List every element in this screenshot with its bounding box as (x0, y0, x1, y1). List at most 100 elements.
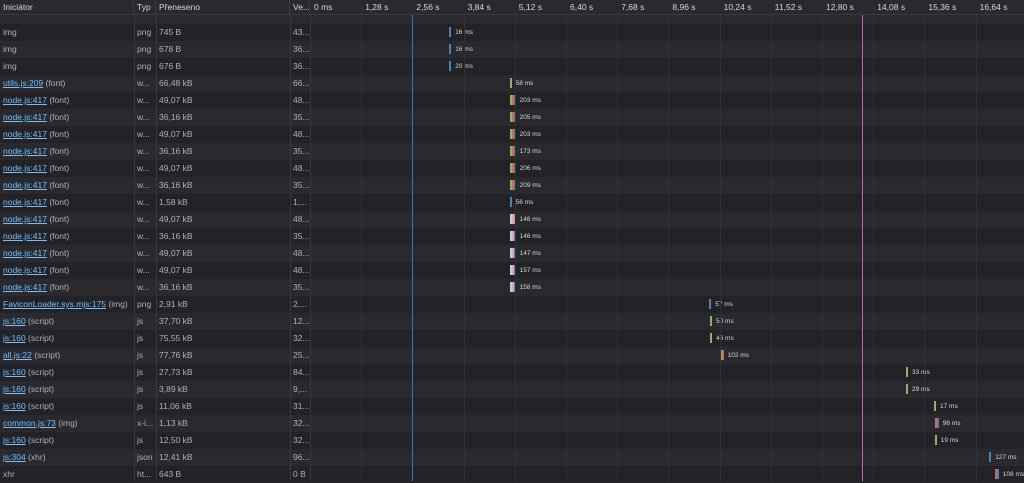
column-separator[interactable] (134, 0, 135, 481)
timeline-tick-label: 11,52 s (774, 2, 803, 12)
initiator-link[interactable]: FaviconLoader.sys.mjs:175 (3, 299, 106, 309)
timing-bar[interactable] (934, 418, 939, 428)
request-row[interactable]: node.js:417 (font) w... 49,07 kB 48... 157 m… (0, 262, 1024, 279)
request-row[interactable]: node.js:417 (font) w... 49,07 kB 48... 203 m… (0, 126, 1024, 143)
request-row[interactable]: node.js:417 (font) w... 49,07 kB 48... 146 m… (0, 211, 1024, 228)
request-row[interactable]: utils.js:209 (font) w... 66,48 kB 66... 58 m… (0, 75, 1024, 92)
initiator-link[interactable]: utils.js:209 (3, 78, 43, 88)
column-header-size[interactable]: Ve... (290, 0, 310, 14)
timing-bar[interactable] (934, 435, 937, 445)
request-row[interactable]: FaviconLoader.sys.mjs:175 (img) png 2,91 k… (0, 296, 1024, 313)
request-row[interactable]: node.js:417 (font) w... 36,16 kB 35... 209 m… (0, 177, 1024, 194)
type-cell: png (137, 299, 152, 309)
request-row[interactable]: node.js:417 (font) w... 49,07 kB 48... 147 m… (0, 245, 1024, 262)
timing-bar[interactable] (449, 27, 452, 37)
initiator-cause: (script) (25, 367, 55, 377)
initiator-link[interactable]: all.js:22 (3, 350, 32, 360)
request-row[interactable]: js:160 (script) js 27,73 kB 84... 33 ms (0, 364, 1024, 381)
column-header-type[interactable]: Typ (134, 0, 156, 14)
timing-bar[interactable] (934, 401, 936, 411)
initiator-link[interactable]: js:160 (3, 367, 26, 377)
request-row[interactable]: xhr ht... 643 B 0 B 108 ms (0, 466, 1024, 483)
type-cell: w... (137, 265, 150, 275)
initiator-link[interactable]: js:160 (3, 401, 26, 411)
duration-label: 102 ms (727, 352, 749, 359)
timing-bar[interactable] (509, 78, 512, 88)
size-cell: 35... (293, 282, 310, 292)
column-header-transferred[interactable]: Přeneseno (156, 0, 290, 14)
initiator-link[interactable]: node.js:417 (3, 248, 47, 258)
request-row[interactable]: node.js:417 (font) w... 36,16 kB 35... 173 m… (0, 143, 1024, 160)
duration-label: 157 ms (519, 267, 541, 274)
initiator-link[interactable]: js:160 (3, 435, 26, 445)
request-row[interactable]: js:160 (script) js 37,70 kB 12... 50 ms (0, 313, 1024, 330)
request-row[interactable]: js:160 (script) js 3,89 kB 9,... 29 ms (0, 381, 1024, 398)
request-row[interactable]: js:160 (script) js 12,50 kB 32... 19 ms (0, 432, 1024, 449)
initiator-cause: img (3, 27, 17, 37)
request-row[interactable]: img png 745 B 43... 16 ms (0, 24, 1024, 41)
initiator-link[interactable]: node.js:417 (3, 163, 47, 173)
type-cell: w... (137, 129, 150, 139)
size-cell: 32... (293, 333, 310, 343)
size-cell: 48... (293, 163, 310, 173)
initiator-link[interactable]: node.js:417 (3, 112, 47, 122)
initiator-link[interactable]: js:160 (3, 333, 26, 343)
initiator-cell: img (0, 58, 134, 75)
type-cell: x-i... (137, 418, 154, 428)
transferred-cell: 49,07 kB (159, 129, 193, 139)
timing-bar[interactable] (906, 367, 908, 377)
timing-bar[interactable] (709, 299, 712, 309)
request-row[interactable]: img png 676 B 36... 20 ms (0, 58, 1024, 75)
size-cell: 43... (293, 27, 310, 37)
request-row[interactable]: node.js:417 (font) w... 1,58 kB 1,... 56 ms (0, 194, 1024, 211)
request-row[interactable]: node.js:417 (font) w... 36,16 kB 35... 158 m… (0, 279, 1024, 296)
initiator-link[interactable]: node.js:417 (3, 95, 47, 105)
initiator-link[interactable]: node.js:417 (3, 231, 47, 241)
timing-segment (906, 367, 908, 377)
request-row[interactable]: js:304 (xhr) json 12,41 kB 96... 127 ms (0, 449, 1024, 466)
initiator-cause: (script) (25, 316, 55, 326)
duration-label: 56 ms (515, 199, 534, 206)
timing-bar[interactable] (994, 469, 999, 479)
initiator-link[interactable]: node.js:417 (3, 265, 47, 275)
initiator-link[interactable]: node.js:417 (3, 282, 47, 292)
timing-bar[interactable] (710, 333, 712, 343)
timing-bar[interactable] (509, 197, 512, 207)
initiator-link[interactable]: js:160 (3, 384, 26, 394)
type-cell: js (137, 384, 144, 394)
column-separator[interactable] (310, 0, 311, 481)
request-row[interactable]: img png 678 B 36... 16 ms (0, 41, 1024, 58)
request-row[interactable]: common.js:73 (img) x-i... 1,13 kB 32... 96 m… (0, 415, 1024, 432)
timing-bar[interactable] (449, 61, 452, 71)
initiator-link[interactable]: node.js:417 (3, 129, 47, 139)
initiator-link[interactable]: node.js:417 (3, 197, 47, 207)
timing-bar[interactable] (449, 44, 452, 54)
request-row[interactable]: js:160 (script) js 75,55 kB 32... 46 ms (0, 330, 1024, 347)
request-row[interactable]: js:160 (script) js 11,06 kB 31... 17 ms (0, 398, 1024, 415)
timing-bar[interactable] (989, 452, 992, 462)
column-separator[interactable] (156, 0, 157, 481)
initiator-link[interactable]: node.js:417 (3, 180, 47, 190)
request-row[interactable]: all.js:22 (script) js 77,76 kB 25... 102 ms (0, 347, 1024, 364)
request-row[interactable]: node.js:417 (font) w... 36,16 kB 35... 205 m… (0, 109, 1024, 126)
type-cell: js (137, 333, 144, 343)
column-separator[interactable] (290, 0, 291, 481)
initiator-link[interactable]: common.js:73 (3, 418, 56, 428)
transferred-cell: 643 B (159, 469, 182, 479)
type-cell: w... (137, 248, 150, 258)
request-row[interactable]: node.js:417 (font) w... 49,07 kB 48... 206 m… (0, 160, 1024, 177)
timing-bar[interactable] (710, 316, 712, 326)
transferred-cell: 36,16 kB (159, 231, 193, 241)
request-row[interactable]: node.js:417 (font) w... 36,16 kB 35... 146 m… (0, 228, 1024, 245)
transferred-cell: 49,07 kB (159, 248, 193, 258)
initiator-cause: img (3, 44, 17, 54)
initiator-link[interactable]: js:304 (3, 452, 26, 462)
initiator-link[interactable]: node.js:417 (3, 214, 47, 224)
initiator-link[interactable]: js:160 (3, 316, 26, 326)
timing-bar[interactable] (906, 384, 908, 394)
initiator-cell: node.js:417 (font) (0, 109, 134, 126)
initiator-link[interactable]: node.js:417 (3, 146, 47, 156)
initiator-cause: (script) (25, 401, 55, 411)
column-header-initiator[interactable]: Iniciátor (0, 0, 134, 14)
request-row[interactable]: node.js:417 (font) w... 49,07 kB 48... 203 m… (0, 92, 1024, 109)
